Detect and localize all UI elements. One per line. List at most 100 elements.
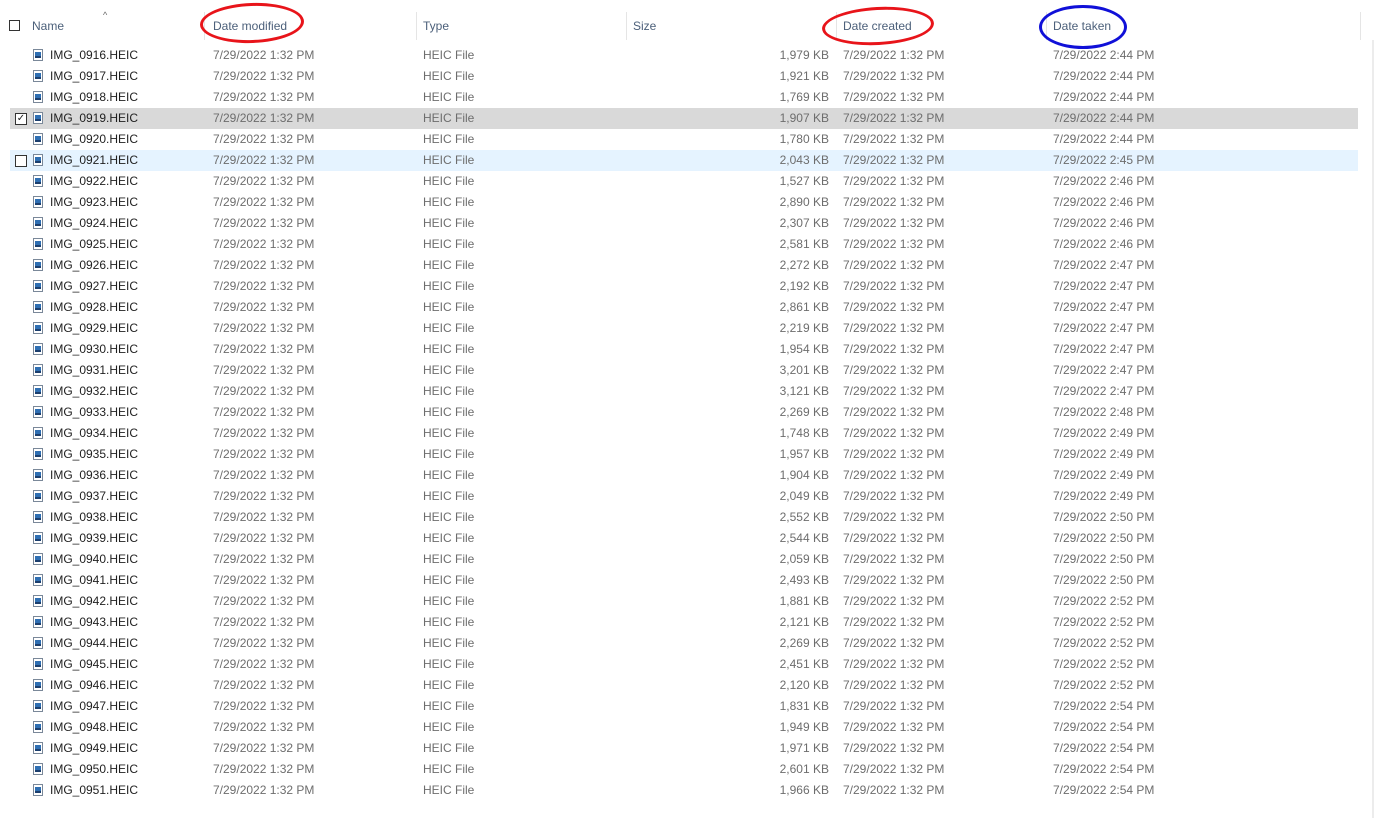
file-size: 1,954 KB bbox=[779, 342, 829, 356]
image-file-icon bbox=[33, 322, 43, 334]
file-row[interactable]: IMG_0933.HEIC 7/29/2022 1:32 PM HEIC File 2… bbox=[10, 402, 1358, 423]
image-file-icon bbox=[33, 259, 43, 271]
file-date-created: 7/29/2022 1:32 PM bbox=[843, 468, 945, 482]
file-name: IMG_0937.HEIC bbox=[50, 489, 139, 503]
file-row[interactable]: IMG_0922.HEIC 7/29/2022 1:32 PM HEIC File 1… bbox=[10, 171, 1358, 192]
file-row[interactable]: IMG_0936.HEIC 7/29/2022 1:32 PM HEIC File 1… bbox=[10, 465, 1358, 486]
file-row[interactable]: IMG_0940.HEIC 7/29/2022 1:32 PM HEIC File 2… bbox=[10, 549, 1358, 570]
file-name: IMG_0916.HEIC bbox=[50, 48, 139, 62]
scrollbar-track[interactable] bbox=[1372, 40, 1374, 818]
file-size: 2,269 KB bbox=[779, 636, 829, 650]
vertical-scrollbar[interactable] bbox=[1369, 0, 1377, 818]
file-type: HEIC File bbox=[423, 90, 475, 104]
file-date-modified: 7/29/2022 1:32 PM bbox=[213, 510, 315, 524]
file-name: IMG_0928.HEIC bbox=[50, 300, 139, 314]
file-row[interactable]: IMG_0924.HEIC 7/29/2022 1:32 PM HEIC File 2… bbox=[10, 213, 1358, 234]
file-date-created: 7/29/2022 1:32 PM bbox=[843, 237, 945, 251]
file-name: IMG_0932.HEIC bbox=[50, 384, 139, 398]
file-name: IMG_0944.HEIC bbox=[50, 636, 139, 650]
file-size: 1,769 KB bbox=[779, 90, 829, 104]
file-row[interactable]: IMG_0941.HEIC 7/29/2022 1:32 PM HEIC File 2… bbox=[10, 570, 1358, 591]
file-date-created: 7/29/2022 1:32 PM bbox=[843, 720, 945, 734]
image-file-icon bbox=[33, 91, 43, 103]
file-row[interactable]: IMG_0950.HEIC 7/29/2022 1:32 PM HEIC File 2… bbox=[10, 759, 1358, 780]
file-type: HEIC File bbox=[423, 468, 475, 482]
file-row[interactable]: IMG_0923.HEIC 7/29/2022 1:32 PM HEIC File 2… bbox=[10, 192, 1358, 213]
file-size: 2,269 KB bbox=[779, 405, 829, 419]
file-type: HEIC File bbox=[423, 426, 475, 440]
file-row[interactable]: IMG_0917.HEIC 7/29/2022 1:32 PM HEIC File 1… bbox=[10, 66, 1358, 87]
file-type: HEIC File bbox=[423, 195, 475, 209]
file-date-taken: 7/29/2022 2:46 PM bbox=[1053, 195, 1155, 209]
image-file-icon bbox=[33, 49, 43, 61]
file-type: HEIC File bbox=[423, 216, 475, 230]
file-row[interactable]: IMG_0934.HEIC 7/29/2022 1:32 PM HEIC File 1… bbox=[10, 423, 1358, 444]
file-row[interactable]: IMG_0948.HEIC 7/29/2022 1:32 PM HEIC File 1… bbox=[10, 717, 1358, 738]
file-row[interactable]: IMG_0944.HEIC 7/29/2022 1:32 PM HEIC File 2… bbox=[10, 633, 1358, 654]
file-row[interactable]: IMG_0916.HEIC 7/29/2022 1:32 PM HEIC File 1… bbox=[10, 45, 1358, 66]
file-row[interactable]: IMG_0929.HEIC 7/29/2022 1:32 PM HEIC File 2… bbox=[10, 318, 1358, 339]
file-row[interactable]: ✓ IMG_0919.HEIC 7/29/2022 1:32 PM HEIC File… bbox=[10, 108, 1358, 129]
file-date-taken: 7/29/2022 2:50 PM bbox=[1053, 552, 1155, 566]
file-size: 1,748 KB bbox=[779, 426, 829, 440]
select-all-checkbox[interactable] bbox=[9, 20, 20, 31]
file-date-created: 7/29/2022 1:32 PM bbox=[843, 552, 945, 566]
file-row[interactable]: IMG_0932.HEIC 7/29/2022 1:32 PM HEIC File 3… bbox=[10, 381, 1358, 402]
file-date-taken: 7/29/2022 2:54 PM bbox=[1053, 699, 1155, 713]
file-date-created: 7/29/2022 1:32 PM bbox=[843, 69, 945, 83]
file-name: IMG_0925.HEIC bbox=[50, 237, 139, 251]
column-header-size[interactable]: Size bbox=[633, 10, 823, 43]
row-checkbox[interactable] bbox=[15, 155, 27, 167]
file-date-taken: 7/29/2022 2:48 PM bbox=[1053, 405, 1155, 419]
file-date-modified: 7/29/2022 1:32 PM bbox=[213, 174, 315, 188]
column-divider[interactable] bbox=[1360, 12, 1361, 40]
file-row[interactable]: IMG_0921.HEIC 7/29/2022 1:32 PM HEIC File 2… bbox=[10, 150, 1358, 171]
file-name: IMG_0935.HEIC bbox=[50, 447, 139, 461]
column-header-name[interactable]: Name bbox=[32, 10, 202, 43]
column-divider[interactable] bbox=[626, 12, 627, 40]
file-row[interactable]: IMG_0947.HEIC 7/29/2022 1:32 PM HEIC File 1… bbox=[10, 696, 1358, 717]
file-row[interactable]: IMG_0930.HEIC 7/29/2022 1:32 PM HEIC File 1… bbox=[10, 339, 1358, 360]
row-checkbox-checked[interactable]: ✓ bbox=[15, 113, 27, 125]
file-row[interactable]: IMG_0920.HEIC 7/29/2022 1:32 PM HEIC File 1… bbox=[10, 129, 1358, 150]
file-size: 2,307 KB bbox=[779, 216, 829, 230]
file-date-taken: 7/29/2022 2:50 PM bbox=[1053, 573, 1155, 587]
column-header-type[interactable]: Type bbox=[423, 10, 623, 43]
file-name: IMG_0941.HEIC bbox=[50, 573, 139, 587]
file-row[interactable]: IMG_0945.HEIC 7/29/2022 1:32 PM HEIC File 2… bbox=[10, 654, 1358, 675]
file-type: HEIC File bbox=[423, 657, 475, 671]
file-row[interactable]: IMG_0927.HEIC 7/29/2022 1:32 PM HEIC File 2… bbox=[10, 276, 1358, 297]
file-row[interactable]: IMG_0935.HEIC 7/29/2022 1:32 PM HEIC File 1… bbox=[10, 444, 1358, 465]
file-row[interactable]: IMG_0926.HEIC 7/29/2022 1:32 PM HEIC File 2… bbox=[10, 255, 1358, 276]
file-row[interactable]: IMG_0925.HEIC 7/29/2022 1:32 PM HEIC File 2… bbox=[10, 234, 1358, 255]
file-name: IMG_0933.HEIC bbox=[50, 405, 139, 419]
file-type: HEIC File bbox=[423, 174, 475, 188]
file-size: 2,861 KB bbox=[779, 300, 829, 314]
file-row[interactable]: IMG_0949.HEIC 7/29/2022 1:32 PM HEIC File 1… bbox=[10, 738, 1358, 759]
file-row[interactable]: IMG_0951.HEIC 7/29/2022 1:32 PM HEIC File 1… bbox=[10, 780, 1358, 801]
file-row[interactable]: IMG_0942.HEIC 7/29/2022 1:32 PM HEIC File 1… bbox=[10, 591, 1358, 612]
file-date-modified: 7/29/2022 1:32 PM bbox=[213, 678, 315, 692]
file-name: IMG_0927.HEIC bbox=[50, 279, 139, 293]
file-name: IMG_0949.HEIC bbox=[50, 741, 139, 755]
file-row[interactable]: IMG_0931.HEIC 7/29/2022 1:32 PM HEIC File 3… bbox=[10, 360, 1358, 381]
file-date-modified: 7/29/2022 1:32 PM bbox=[213, 279, 315, 293]
file-row[interactable]: IMG_0938.HEIC 7/29/2022 1:32 PM HEIC File 2… bbox=[10, 507, 1358, 528]
file-date-taken: 7/29/2022 2:47 PM bbox=[1053, 384, 1155, 398]
file-date-modified: 7/29/2022 1:32 PM bbox=[213, 90, 315, 104]
file-name: IMG_0922.HEIC bbox=[50, 174, 139, 188]
file-date-taken: 7/29/2022 2:52 PM bbox=[1053, 636, 1155, 650]
file-row[interactable]: IMG_0943.HEIC 7/29/2022 1:32 PM HEIC File 2… bbox=[10, 612, 1358, 633]
file-row[interactable]: IMG_0937.HEIC 7/29/2022 1:32 PM HEIC File 2… bbox=[10, 486, 1358, 507]
file-size: 1,971 KB bbox=[779, 741, 829, 755]
file-row[interactable]: IMG_0939.HEIC 7/29/2022 1:32 PM HEIC File 2… bbox=[10, 528, 1358, 549]
image-file-icon bbox=[33, 616, 43, 628]
file-type: HEIC File bbox=[423, 132, 475, 146]
column-divider[interactable] bbox=[416, 12, 417, 40]
file-row[interactable]: IMG_0928.HEIC 7/29/2022 1:32 PM HEIC File 2… bbox=[10, 297, 1358, 318]
file-row[interactable]: IMG_0918.HEIC 7/29/2022 1:32 PM HEIC File 1… bbox=[10, 87, 1358, 108]
file-date-modified: 7/29/2022 1:32 PM bbox=[213, 321, 315, 335]
file-row[interactable]: IMG_0946.HEIC 7/29/2022 1:32 PM HEIC File 2… bbox=[10, 675, 1358, 696]
image-file-icon bbox=[33, 658, 43, 670]
file-type: HEIC File bbox=[423, 594, 475, 608]
